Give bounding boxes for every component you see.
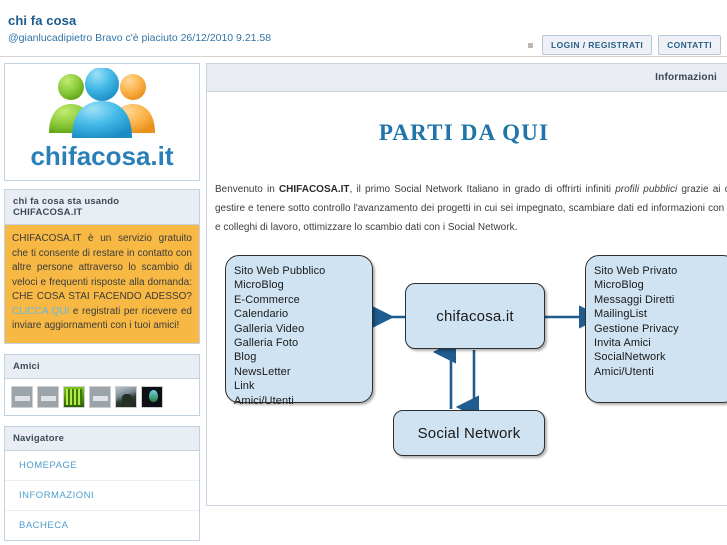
sidebar-item-bacheca[interactable]: BACHECA (5, 511, 199, 540)
avatar-1[interactable] (11, 385, 33, 408)
logo-wrap: chifacosa.it (11, 66, 193, 177)
avatar-6[interactable] (141, 385, 163, 408)
diagram-box-private-items: Sito Web Privato MicroBlog Messaggi Dire… (594, 265, 679, 378)
navigatore-panel: Navigatore HOMEPAGE INFORMAZIONI BACHECA (4, 425, 200, 541)
diagram-box-sito-web-pubblico: Sito Web Pubblico MicroBlog E-Commerce C… (225, 255, 373, 407)
content-panel-body: PARTI DA QUI Benvenuto in CHIFACOSA.IT, … (207, 92, 727, 505)
navigatore-list: HOMEPAGE INFORMAZIONI BACHECA (5, 450, 199, 540)
promo-panel-title: chi fa cosa sta usando CHIFACOSA.IT (5, 190, 199, 225)
intro-paragraph: Benvenuto in CHIFACOSA.IT, il primo Soci… (215, 180, 727, 237)
page-layout: chifacosa.it chi fa cosa sta usando CHIF… (0, 57, 727, 545)
content-panel-title: Informazioni (655, 72, 717, 83)
intro-part-1: Benvenuto in (215, 184, 279, 195)
sidebar: chifacosa.it chi fa cosa sta usando CHIF… (4, 63, 200, 545)
avatar-5[interactable] (115, 385, 137, 408)
architecture-diagram: Sito Web Pubblico MicroBlog E-Commerce C… (215, 255, 727, 505)
content-panel-header: Informazioni (207, 64, 727, 92)
avatar-2[interactable] (37, 385, 59, 408)
amici-panel: Amici (4, 353, 200, 416)
promo-panel: chi fa cosa sta usando CHIFACOSA.IT CHIF… (4, 189, 200, 344)
diagram-box-chifacosa: chifacosa.it (405, 283, 545, 349)
diagram-box-public-items: Sito Web Pubblico MicroBlog E-Commerce C… (234, 265, 326, 407)
avatar-4[interactable] (89, 385, 111, 408)
sidebar-item-homepage[interactable]: HOMEPAGE (5, 451, 199, 481)
diagram-box-social-network-label: Social Network (417, 424, 521, 442)
page-header: chi fa cosa @gianlucadipietro Bravo c'è … (0, 0, 727, 56)
navigatore-panel-title: Navigatore (5, 426, 199, 451)
intro-emphasis: profili pubblici (615, 184, 678, 195)
promo-text: CHIFACOSA.IT è un servizio gratuito che … (12, 232, 192, 334)
sidebar-item-informazioni[interactable]: INFORMAZIONI (5, 481, 199, 511)
promo-text-before: CHIFACOSA.IT è un servizio gratuito che … (12, 233, 192, 302)
three-people-group-icon: chifacosa.it (30, 66, 174, 171)
contatti-button[interactable]: CONTATTI (658, 35, 721, 55)
intro-part-2: , il primo Social Network Italiano in gr… (349, 184, 616, 195)
promo-panel-body: CHIFACOSA.IT è un servizio gratuito che … (5, 225, 199, 343)
logo-wordmark: chifacosa.it (30, 141, 173, 171)
main-content: Informazioni PARTI DA QUI Benvenuto in C… (206, 63, 727, 506)
amici-avatar-list (5, 378, 199, 415)
diagram-box-chifacosa-label: chifacosa.it (436, 307, 514, 325)
site-title: chi fa cosa (8, 13, 77, 28)
square-bullet-icon (528, 42, 534, 48)
diagram-box-sito-web-privato: Sito Web Privato MicroBlog Messaggi Dire… (585, 255, 727, 403)
header-nav: LOGIN / REGISTRATI CONTATTI (528, 35, 721, 55)
avatar-3[interactable] (63, 385, 85, 408)
site-logo-panel[interactable]: chifacosa.it (4, 63, 200, 181)
page-title: PARTI DA QUI (378, 120, 550, 145)
diagram-box-social-network: Social Network (393, 410, 545, 456)
clicca-qui-link[interactable]: CLICCA QUI (12, 306, 69, 317)
content-panel: Informazioni PARTI DA QUI Benvenuto in C… (206, 63, 727, 506)
intro-brand: CHIFACOSA.IT (278, 184, 350, 195)
login-register-button[interactable]: LOGIN / REGISTRATI (542, 35, 653, 55)
amici-panel-title: Amici (5, 354, 199, 379)
